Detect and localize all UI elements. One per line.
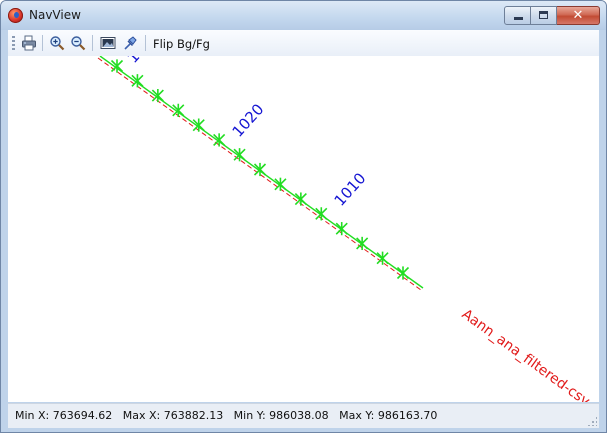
close-button[interactable]: ✕ bbox=[557, 6, 600, 25]
minimize-button[interactable] bbox=[504, 6, 531, 25]
line-label-1010: 1010 bbox=[331, 169, 370, 209]
toolbar-separator bbox=[145, 35, 146, 51]
fix-marker bbox=[335, 222, 348, 236]
zoom-out-icon[interactable] bbox=[70, 35, 86, 51]
window-title: NavView bbox=[29, 8, 81, 22]
toolbar-separator bbox=[92, 35, 93, 51]
fix-marker bbox=[233, 148, 246, 162]
fix-marker bbox=[396, 266, 410, 280]
print-icon[interactable] bbox=[21, 35, 37, 51]
fix-marker bbox=[315, 207, 328, 221]
pin-icon[interactable] bbox=[122, 35, 138, 51]
resize-grip[interactable] bbox=[587, 416, 597, 426]
caption-buttons: ✕ bbox=[504, 6, 600, 25]
fix-marker bbox=[274, 177, 287, 191]
fix-marker bbox=[376, 251, 389, 265]
fix-marker bbox=[294, 192, 307, 206]
fix-marker bbox=[213, 133, 226, 147]
navview-window: NavView ✕ Flip Bg/Fg 1 1020 1010 Aann_an… bbox=[0, 0, 607, 433]
line-label-partial: 1 bbox=[124, 56, 144, 67]
fix-marker bbox=[192, 118, 205, 132]
file-name-label: Aann_ana_filtered-csv bbox=[459, 306, 593, 402]
toolbar: Flip Bg/Fg bbox=[8, 30, 599, 57]
close-icon: ✕ bbox=[572, 8, 584, 23]
map-canvas[interactable]: 1 1020 1010 Aann_ana_filtered-csv bbox=[8, 56, 599, 402]
title-bar[interactable]: NavView ✕ bbox=[1, 1, 606, 30]
fix-marker bbox=[172, 103, 185, 117]
image-icon[interactable] bbox=[100, 35, 116, 51]
fix-marker bbox=[253, 162, 267, 177]
toolbar-separator bbox=[42, 35, 43, 51]
status-bar: Min X: 763694.62 Max X: 763882.13 Min Y:… bbox=[8, 403, 599, 428]
maximize-icon bbox=[539, 11, 548, 19]
flip-bg-fg-button[interactable]: Flip Bg/Fg bbox=[153, 37, 210, 51]
maximize-button[interactable] bbox=[531, 6, 557, 25]
fix-markers bbox=[110, 59, 410, 280]
zoom-in-icon[interactable] bbox=[49, 35, 65, 51]
minimize-icon bbox=[514, 17, 523, 20]
nav-plot[interactable]: 1 1020 1010 Aann_ana_filtered-csv bbox=[8, 56, 599, 402]
toolbar-grip[interactable] bbox=[12, 36, 15, 50]
extent-readout: Min X: 763694.62 Max X: 763882.13 Min Y:… bbox=[15, 409, 438, 422]
line-label-1020: 1020 bbox=[229, 100, 268, 140]
app-globe-icon[interactable] bbox=[8, 8, 23, 23]
fix-marker bbox=[356, 236, 369, 251]
